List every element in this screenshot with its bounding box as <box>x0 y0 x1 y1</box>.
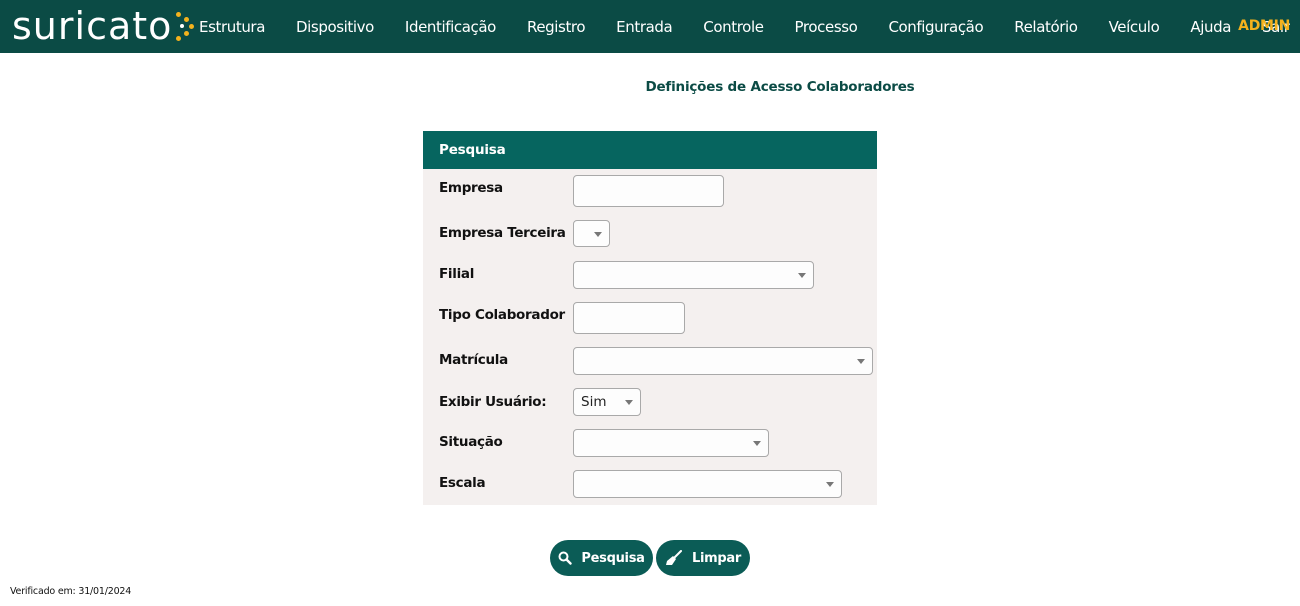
nav-dispositivo[interactable]: Dispositivo <box>296 18 374 36</box>
nav-entrada[interactable]: Entrada <box>616 18 673 36</box>
exibir-usuario-select[interactable]: Sim <box>573 388 641 416</box>
exibir-usuario-label: Exibir Usuário: <box>439 394 547 410</box>
nav-veiculo[interactable]: Veículo <box>1109 18 1160 36</box>
chevron-down-icon <box>826 482 834 487</box>
logo-text: suricato <box>12 4 173 48</box>
page-title: Definições de Acesso Colaboradores <box>645 79 915 95</box>
chevron-down-icon <box>753 441 761 446</box>
nav-identificacao[interactable]: Identificação <box>405 18 496 36</box>
search-panel: Pesquisa Empresa Empresa Terceira Filial… <box>423 131 877 505</box>
matricula-select[interactable] <box>573 347 873 375</box>
chevron-down-icon <box>625 400 633 405</box>
nav-processo[interactable]: Processo <box>795 18 858 36</box>
nav-estrutura[interactable]: Estrutura <box>199 18 265 36</box>
clear-button-label: Limpar <box>692 550 741 566</box>
situacao-label: Situação <box>439 434 503 450</box>
chevron-down-icon <box>798 273 806 278</box>
chevron-down-icon <box>594 231 602 237</box>
escala-label: Escala <box>439 475 486 491</box>
broom-icon <box>666 550 682 565</box>
clear-button[interactable]: Limpar <box>656 540 750 576</box>
search-icon <box>558 551 573 565</box>
nav-registro[interactable]: Registro <box>527 18 586 36</box>
chevron-down-icon <box>857 359 865 364</box>
nav-relatorio[interactable]: Relatório <box>1014 18 1078 36</box>
top-navigation-bar: suricato Estrutura Dispositivo Identific… <box>0 0 1300 53</box>
empresa-terceira-label: Empresa Terceira <box>439 225 566 241</box>
search-button-label: Pesquisa <box>581 550 645 566</box>
suricato-logo[interactable]: suricato <box>12 4 198 48</box>
panel-header: Pesquisa <box>423 131 877 169</box>
search-button[interactable]: Pesquisa <box>550 540 653 576</box>
empresa-label: Empresa <box>439 180 503 196</box>
main-menu: Estrutura Dispositivo Identificação Regi… <box>199 0 1290 53</box>
tipo-colaborador-input[interactable] <box>573 302 685 334</box>
nav-controle[interactable]: Controle <box>703 18 764 36</box>
empresa-terceira-select[interactable] <box>573 220 610 247</box>
user-name[interactable]: ADMIN <box>1238 0 1290 53</box>
matricula-label: Matrícula <box>439 352 508 368</box>
filial-label: Filial <box>439 266 475 282</box>
nav-ajuda[interactable]: Ajuda <box>1190 18 1231 36</box>
filial-select[interactable] <box>573 261 814 289</box>
nav-configuracao[interactable]: Configuração <box>888 18 983 36</box>
escala-select[interactable] <box>573 470 842 498</box>
verified-date: Verificado em: 31/01/2024 <box>10 586 132 597</box>
exibir-usuario-value: Sim <box>581 394 607 410</box>
tipo-colaborador-label: Tipo Colaborador <box>439 307 565 323</box>
situacao-select[interactable] <box>573 429 769 457</box>
empresa-input[interactable] <box>573 175 724 207</box>
logo-dots-icon <box>170 4 198 48</box>
